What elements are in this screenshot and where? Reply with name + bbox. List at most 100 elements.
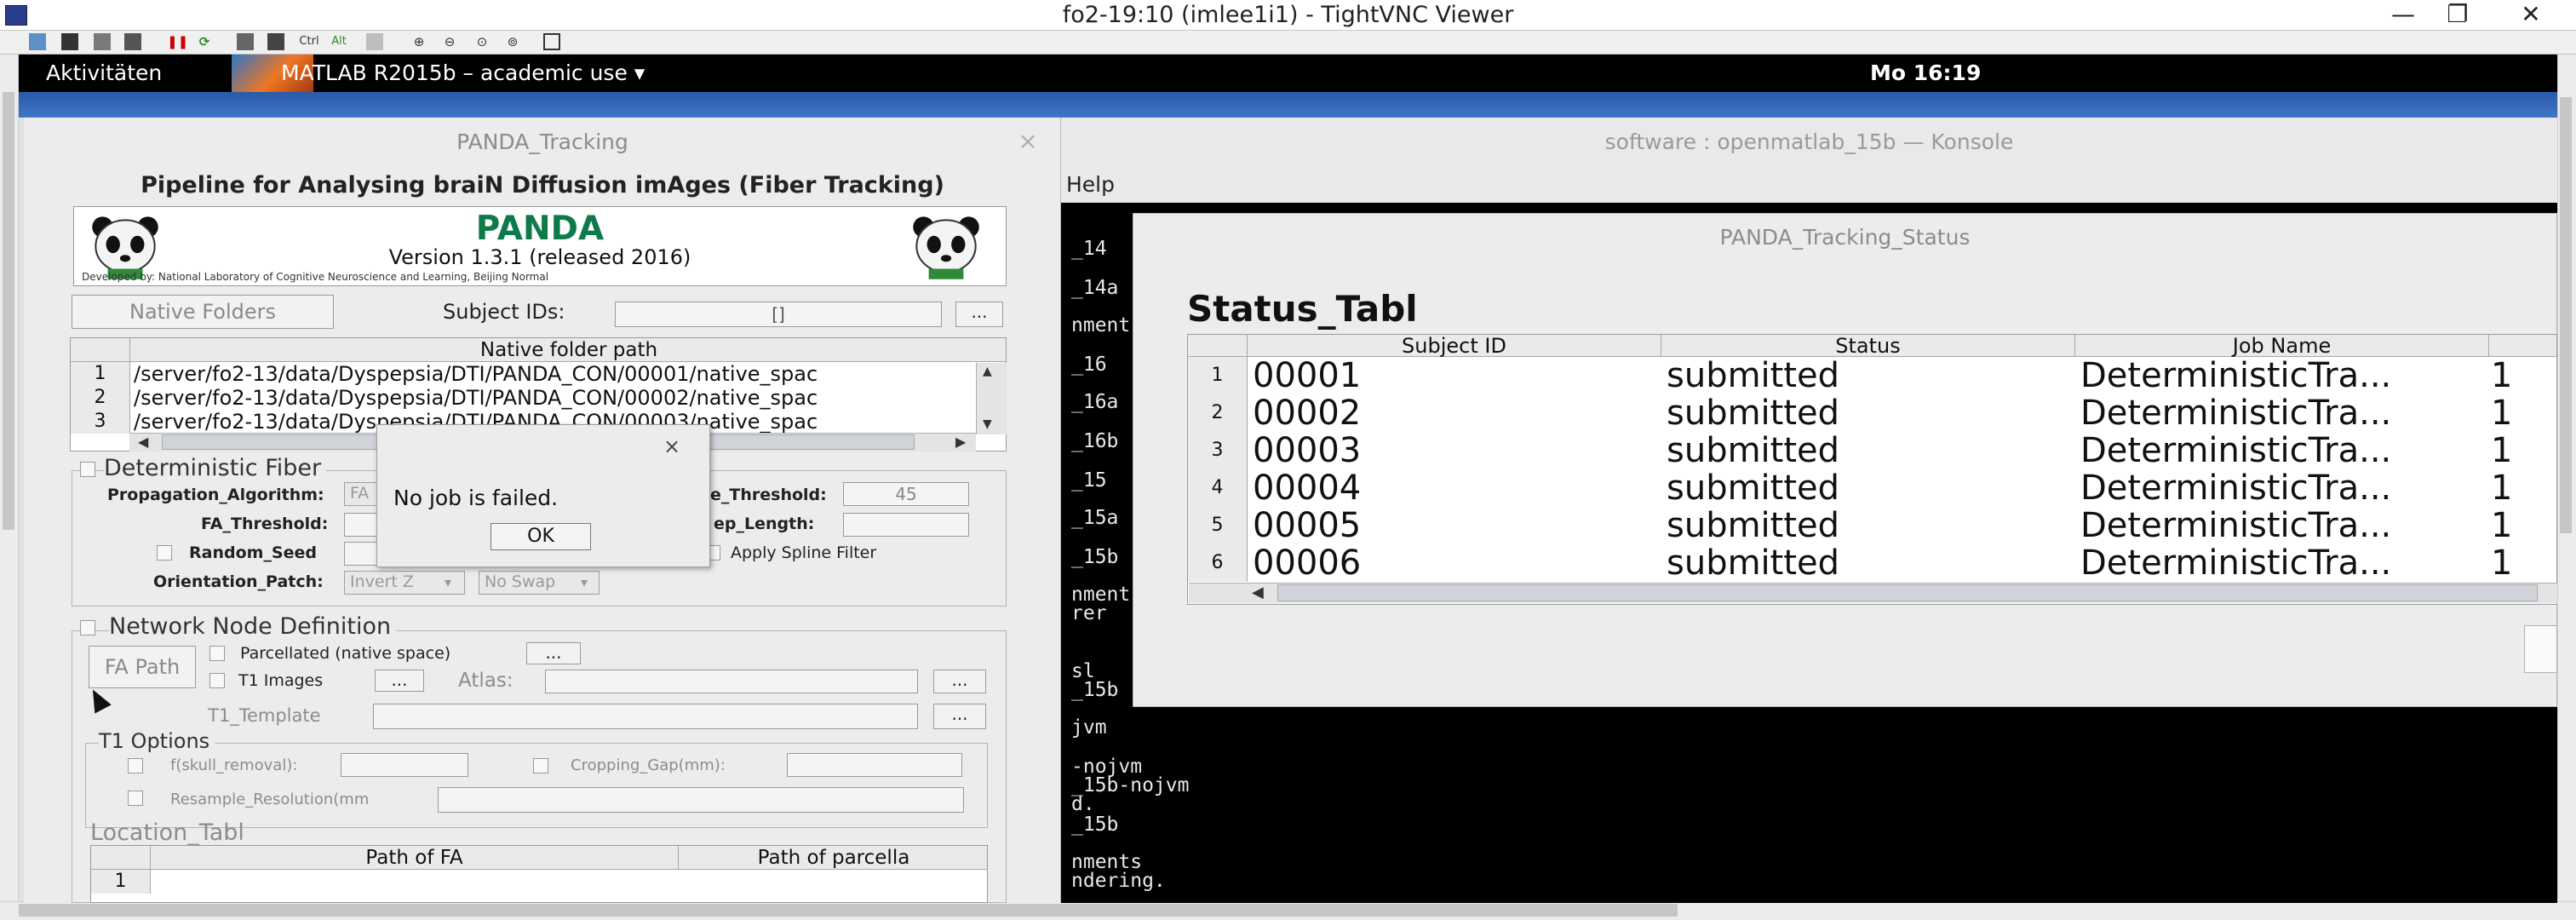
status-table-heading: Status_Tabl [1187, 288, 1418, 330]
save-icon[interactable] [61, 33, 78, 50]
panda-close-button[interactable]: × [1015, 124, 1041, 158]
resample-checkbox[interactable] [128, 791, 143, 806]
t1-template-field[interactable] [373, 704, 918, 729]
t1-images-browse-button[interactable]: ... [375, 670, 424, 692]
column-header-subject-id[interactable]: Subject ID [1248, 335, 1661, 357]
column-header-job-name[interactable]: Job Name [2075, 335, 2489, 357]
column-header-path-of-fa[interactable]: Path of FA [151, 846, 679, 870]
dialog-close-button[interactable]: × [659, 431, 685, 462]
status-table-hscroll-thumb[interactable] [1277, 584, 2538, 601]
t1-images-checkbox[interactable] [209, 673, 225, 688]
cell-extra: 1 [2491, 394, 2513, 433]
parcellated-browse-button[interactable]: ... [526, 642, 581, 664]
table-row[interactable]: 4 00004 submitted DeterministicTra... 1 [1188, 469, 2556, 508]
native-folders-button[interactable]: Native Folders [72, 295, 334, 329]
new-connection-icon[interactable] [29, 33, 46, 50]
cropping-gap-field[interactable] [787, 753, 962, 777]
restore-button[interactable]: ❐ [2430, 0, 2485, 31]
info-icon[interactable] [124, 33, 141, 50]
ctrl-alt-del-icon[interactable] [237, 33, 254, 50]
status-side-button[interactable] [2524, 625, 2557, 673]
ctrl-key-icon[interactable]: Ctrl [295, 33, 324, 50]
console-line: ndering. [1071, 870, 1166, 892]
zoom-out-icon[interactable]: ⊖ [441, 33, 458, 50]
atlas-field[interactable] [545, 670, 918, 693]
table-row[interactable]: 6 00006 submitted DeterministicTra... 1 [1188, 544, 2556, 582]
column-header-native-folder-path[interactable]: Native folder path [130, 338, 1006, 362]
ctrl-esc-icon[interactable] [267, 33, 284, 50]
atlas-browse-button[interactable]: ... [933, 670, 986, 693]
table-row[interactable]: 1 /server/fo2-13/data/Dyspepsia/DTI/PAND… [71, 362, 1006, 386]
table-row[interactable]: 3 00003 submitted DeterministicTra... 1 [1188, 431, 2556, 470]
resample-field[interactable] [438, 787, 964, 813]
cell-job-name: DeterministicTra... [2080, 356, 2392, 395]
alt-key-icon[interactable]: Alt [327, 33, 351, 50]
column-header-extra[interactable] [2489, 335, 2556, 357]
fullscreen-icon[interactable] [543, 33, 560, 50]
ok-button[interactable]: OK [491, 523, 591, 550]
minimize-button[interactable]: — [2376, 0, 2430, 31]
column-header-status[interactable]: Status [1661, 335, 2075, 357]
network-node-checkbox[interactable] [80, 620, 95, 635]
scroll-right-arrow-icon[interactable]: ▶ [955, 433, 966, 451]
parcellated-checkbox[interactable] [209, 646, 225, 661]
t1-template-browse-button[interactable]: ... [933, 704, 986, 729]
scroll-left-arrow-icon[interactable]: ◀ [138, 433, 148, 451]
skull-removal-checkbox[interactable] [128, 758, 143, 773]
table-row[interactable]: 2 00002 submitted DeterministicTra... 1 [1188, 394, 2556, 433]
apply-spline-label: Apply Spline Filter [731, 543, 877, 562]
cell-status: submitted [1667, 431, 1840, 470]
fa-threshold-field[interactable] [344, 513, 378, 537]
console-line: _14a [1071, 277, 1119, 299]
random-seed-field[interactable] [344, 542, 378, 566]
desktop-background [19, 92, 2557, 118]
table-row[interactable]: 5 00005 submitted DeterministicTra... 1 [1188, 506, 2556, 545]
scroll-left-arrow-icon[interactable]: ◀ [1252, 583, 1264, 603]
table-corner [1188, 335, 1248, 357]
zoom-fit-icon[interactable]: ⊚ [504, 33, 521, 50]
zoom-in-icon[interactable]: ⊕ [410, 33, 427, 50]
scroll-down-arrow-icon[interactable]: ▼ [983, 417, 992, 431]
cell-job-name: DeterministicTra... [2080, 431, 2392, 470]
clock[interactable]: Mo 16:19 [1870, 55, 1981, 92]
subject-ids-field[interactable]: [] [615, 302, 942, 327]
subject-ids-label: Subject IDs: [443, 300, 565, 324]
close-button[interactable]: ✕ [2504, 0, 2558, 31]
vnc-window-title: fo2-19:10 (imlee1i1) - TightVNC Viewer [1062, 2, 1514, 28]
menu-help[interactable]: Help [1066, 167, 1115, 203]
table-row[interactable]: 2 /server/fo2-13/data/Dyspepsia/DTI/PAND… [71, 386, 1006, 410]
fa-path-button[interactable]: FA Path [89, 646, 196, 688]
table-row[interactable]: 1 00001 submitted DeterministicTra... 1 [1188, 356, 2556, 395]
pipeline-title: Pipeline for Analysing braiN Diffusion i… [141, 172, 944, 198]
scrollbar-thumb-right[interactable] [2560, 97, 2572, 533]
zoom-100-icon[interactable]: ⊙ [473, 33, 491, 50]
deterministic-fiber-checkbox[interactable] [80, 462, 95, 477]
subject-ids-browse-button[interactable]: ... [955, 302, 1003, 327]
cell-native-path: /server/fo2-13/data/Dyspepsia/DTI/PANDA_… [134, 386, 818, 410]
table-row[interactable]: 1 [91, 870, 987, 894]
refresh-icon[interactable]: ⟳ [196, 33, 213, 50]
random-seed-checkbox[interactable] [157, 545, 172, 561]
random-seed-label: Random_Seed [189, 543, 317, 562]
status-table[interactable]: Subject ID Status Job Name 1 00001 submi… [1187, 334, 2557, 605]
skull-removal-field[interactable] [341, 753, 468, 777]
cropping-gap-checkbox[interactable] [533, 758, 548, 773]
app-menu[interactable]: MATLAB R2015b – academic use ▾ [281, 55, 645, 92]
location-table[interactable]: Path of FA Path of parcella 1 [90, 845, 988, 903]
cell-status: submitted [1667, 506, 1840, 545]
scroll-up-arrow-icon[interactable]: ▲ [983, 365, 992, 378]
activities-button[interactable]: Aktivitäten [46, 55, 162, 92]
deterministic-fiber-title: Deterministic Fiber [104, 455, 327, 481]
scrollbar-thumb-left[interactable] [3, 92, 14, 530]
clipboard-icon[interactable] [366, 33, 383, 50]
cell-extra: 1 [2491, 469, 2513, 508]
horizontal-scrollbar-thumb[interactable] [19, 904, 1678, 917]
pause-icon[interactable]: ❚❚ [167, 33, 188, 50]
column-header-path-of-parcellated[interactable]: Path of parcella [679, 846, 987, 870]
step-length-field[interactable] [843, 513, 969, 537]
options-icon[interactable] [94, 33, 111, 50]
t1-template-label: T1_Template [208, 705, 321, 726]
console-line: _16 [1071, 354, 1107, 376]
angle-threshold-field[interactable]: 45 [843, 482, 969, 506]
cell-extra: 1 [2491, 506, 2513, 545]
